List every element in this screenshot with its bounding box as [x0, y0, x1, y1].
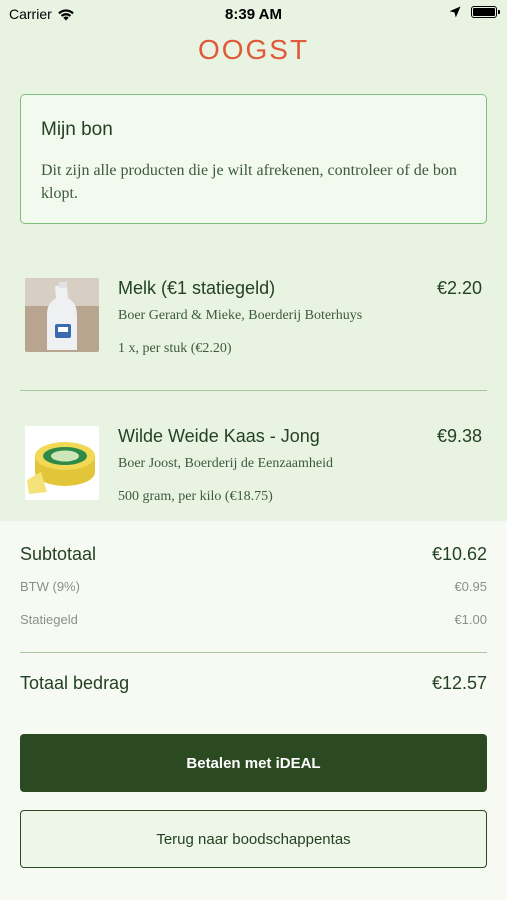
total-label: Totaal bedrag: [20, 673, 130, 693]
deposit-label: Statiegeld: [20, 612, 78, 627]
product-price: €2.20: [436, 278, 482, 298]
summary-divider: [20, 652, 487, 653]
status-time: 8:39 AM: [225, 6, 282, 23]
product-name: Wilde Weide Kaas - Jong: [118, 426, 320, 446]
subtotal-label: Subtotaal: [20, 544, 97, 564]
location-arrow-icon: [449, 6, 461, 18]
status-bar: Carrier 8:39 AM: [0, 0, 507, 28]
deposit-value: €1.00: [454, 612, 487, 627]
product-image-cheese: [25, 426, 99, 500]
back-to-bag-button[interactable]: Terug naar boodschappentas: [20, 810, 487, 868]
product-price: €9.38: [436, 426, 482, 446]
vat-label: BTW (9%): [20, 579, 80, 594]
pay-ideal-button[interactable]: Betalen met iDEAL: [20, 734, 487, 792]
product-divider: [20, 390, 487, 391]
receipt-title: Mijn bon: [41, 119, 113, 140]
brand-logo: OOGST: [197, 34, 310, 65]
product-item[interactable]: Wilde Weide Kaas - Jong €9.38 Boer Joost…: [20, 426, 487, 536]
status-right: [449, 6, 500, 18]
product-item[interactable]: Melk (€1 statiegeld) €2.20 Boer Gerard &…: [20, 278, 487, 388]
product-farmer: Boer Joost, Boerderij de Eenzaamheid: [118, 456, 333, 471]
vat-value: €0.95: [454, 579, 487, 594]
total-value: €12.57: [431, 673, 487, 693]
receipt-description: Dit zijn alle producten die je wilt afre…: [41, 162, 457, 202]
product-quantity: 1 x, per stuk (€2.20): [118, 341, 232, 356]
product-name: Melk (€1 statiegeld): [118, 278, 276, 298]
product-quantity: 500 gram, per kilo (€18.75): [118, 489, 273, 504]
receipt-info-card: Mijn bon Dit zijn alle producten die je …: [20, 94, 487, 224]
subtotal-value: €10.62: [431, 544, 487, 564]
battery-icon: [471, 6, 500, 18]
product-farmer: Boer Gerard & Mieke, Boerderij Boterhuys: [118, 308, 363, 323]
product-image-milk: [25, 278, 99, 352]
